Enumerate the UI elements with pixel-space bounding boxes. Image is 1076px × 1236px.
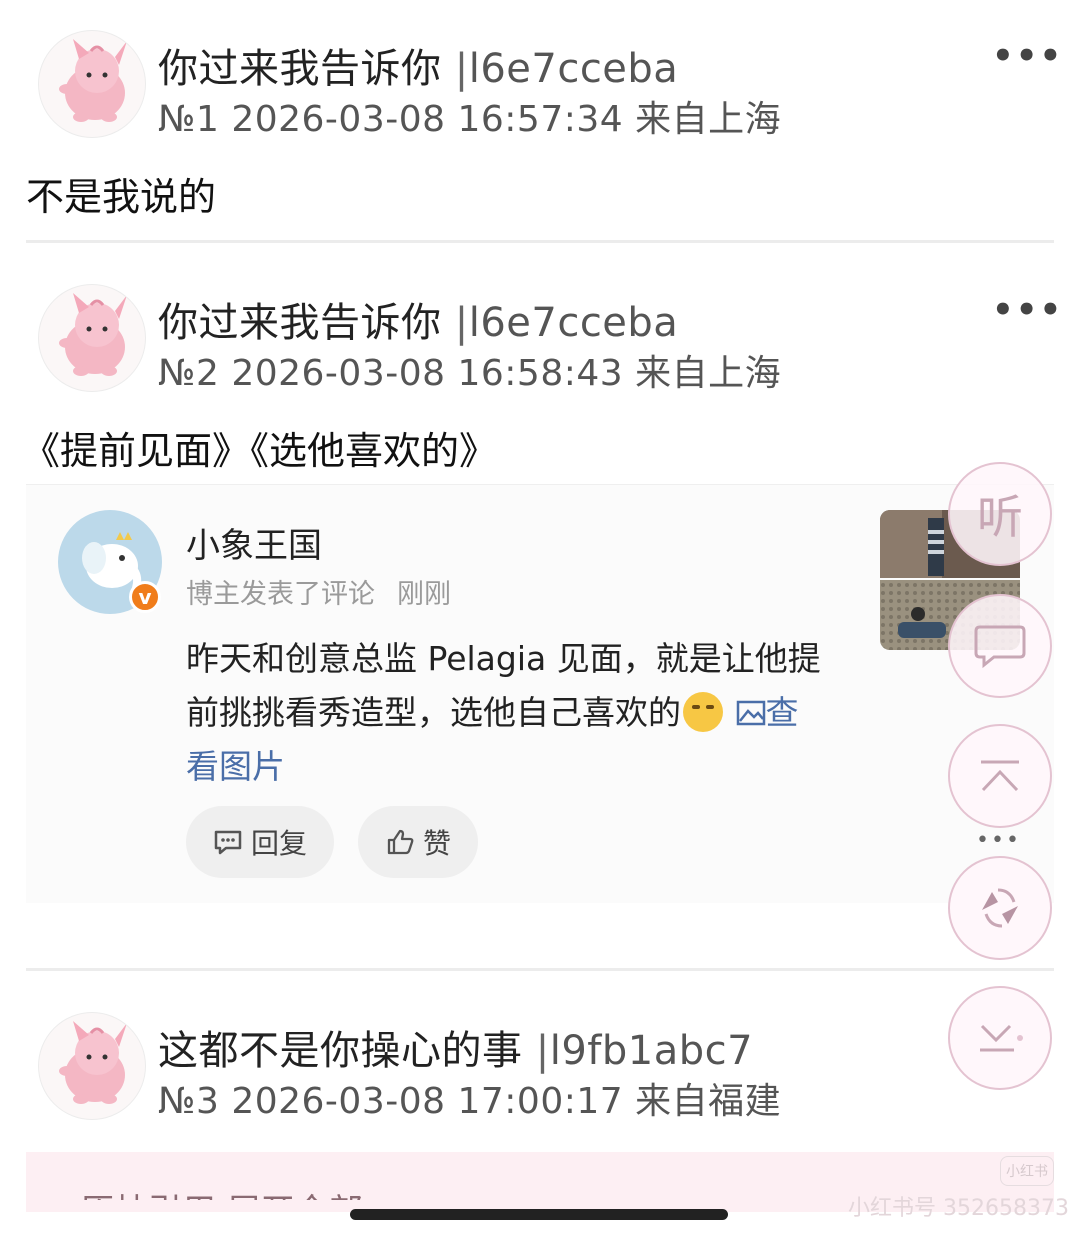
divider [26,240,1054,243]
post-author[interactable]: 这都不是你操心的事 |l9fb1abc7 [158,1018,753,1076]
more-icon[interactable]: ••• [976,828,1021,853]
listen-button[interactable]: 听 [948,462,1052,566]
chat-icon [974,625,1026,669]
post-meta: №3 2026-03-08 17:00:17 来自福建 [158,1081,782,1122]
view-images-link[interactable]: 查 [736,693,799,732]
user-avatar[interactable] [38,30,146,138]
comment-text-line2: 前挑挑看秀造型，选他自己喜欢的 查 [186,692,799,732]
more-icon[interactable]: ••• [992,290,1063,330]
quoted-post-text: 原帖引用 展开全部 [80,1184,363,1200]
clefairy-avatar-icon [59,1021,127,1104]
view-images-link-cont[interactable]: 看图片 [186,740,285,788]
reply-button[interactable]: 回复 [186,806,334,878]
comment-meta: 博主发表了评论 刚刚 [186,579,451,610]
comment-fab[interactable] [948,594,1052,698]
more-icon[interactable]: ••• [992,36,1063,76]
refresh-icon [982,888,1018,928]
download-button[interactable] [948,986,1052,1090]
refresh-button[interactable] [948,856,1052,960]
divider [26,968,1054,971]
home-indicator[interactable] [350,1209,728,1220]
comment-text-line1: 昨天和创意总监 Pelagia 见面，就是让他提 [186,639,821,678]
post-content: 《提前见面》《选他喜欢的》 [22,429,498,473]
like-button[interactable]: 赞 [358,806,478,878]
post-meta: №1 2026-03-08 16:57:34 来自上海 [158,99,782,140]
scroll-top-icon [981,760,1019,792]
comment-icon [214,830,242,855]
thumb-up-icon [387,829,414,855]
post-author[interactable]: 你过来我告诉你 |l6e7cceba [158,36,678,94]
comment-author[interactable]: 小象王国 [186,518,322,567]
verified-badge: v [129,581,161,613]
user-avatar[interactable] [38,1012,146,1120]
clefairy-avatar-icon [59,293,127,376]
image-icon [736,700,765,726]
user-avatar[interactable] [38,284,146,392]
post-content: 不是我说的 [26,175,217,219]
watermark-text: 小红书号 352658373 [848,1196,1069,1221]
watermark-tag: 小红书 [1000,1156,1054,1186]
crying-face-emoji [683,692,723,732]
clefairy-avatar-icon [59,39,127,122]
post-author[interactable]: 你过来我告诉你 |l6e7cceba [158,290,678,348]
post-meta: №2 2026-03-08 16:58:43 来自上海 [158,353,782,394]
scroll-top-button[interactable] [948,724,1052,828]
download-icon [980,1024,1023,1052]
